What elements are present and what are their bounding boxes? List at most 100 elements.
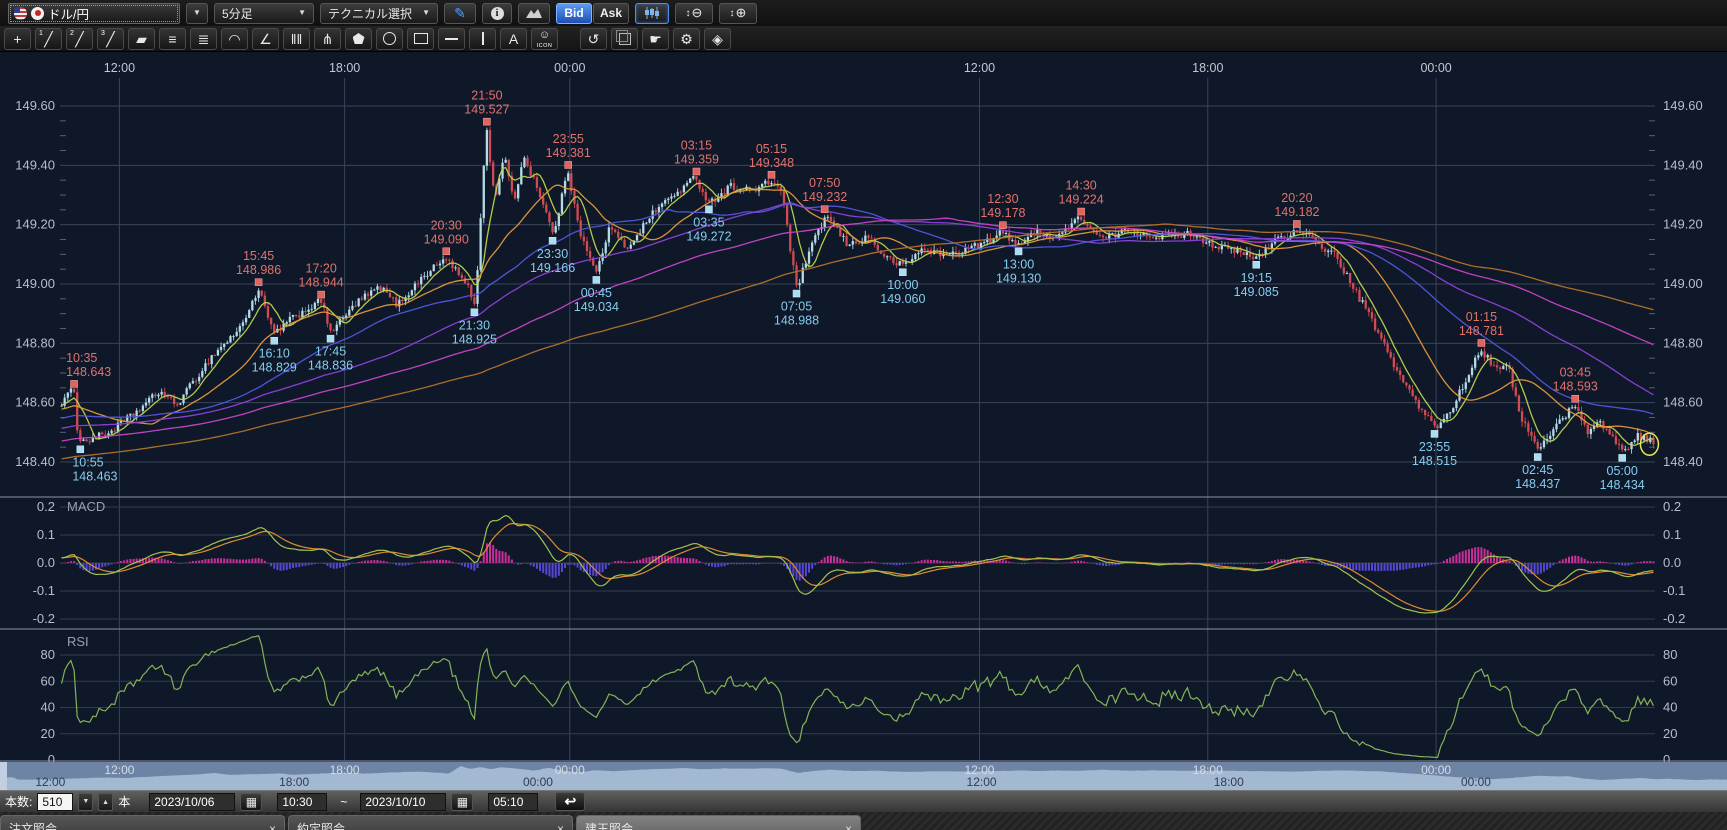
tab-execution-inquiry[interactable]: 約定照会 ×	[288, 815, 573, 830]
svg-text:17:45: 17:45	[315, 345, 346, 359]
pitchfork-icon: ⋔	[322, 32, 334, 46]
svg-text:20:30: 20:30	[431, 218, 462, 232]
pentagon-tool[interactable]	[345, 28, 372, 50]
technical-label: テクニカル選択	[328, 5, 412, 22]
svg-text:03:35: 03:35	[693, 215, 724, 229]
calendar-icon: ▦	[246, 795, 257, 809]
date-from-calendar-button[interactable]: ▦	[240, 793, 262, 811]
bar-unit-label: 本	[118, 793, 130, 810]
svg-text:23:55: 23:55	[1419, 440, 1450, 454]
svg-text:23:30: 23:30	[537, 247, 568, 261]
candle-chart-type-button[interactable]	[635, 3, 669, 24]
bar-count-input[interactable]	[37, 793, 73, 811]
fib-retracement-tool[interactable]: ≡	[159, 28, 186, 50]
svg-text:148.60: 148.60	[1663, 395, 1703, 410]
svg-text:148.944: 148.944	[299, 276, 344, 290]
tab-position-inquiry[interactable]: 建玉照会 ×	[576, 815, 861, 830]
zoom-in-button[interactable]: ↕ ⊕	[719, 3, 757, 24]
crosshair-tool[interactable]: +	[4, 28, 31, 50]
chevron-down-icon: ▼	[193, 9, 201, 17]
bar-count-down-button[interactable]: ▼	[78, 793, 93, 811]
ruler-tool[interactable]: ▰	[128, 28, 155, 50]
svg-text:15:45: 15:45	[243, 249, 274, 263]
svg-text:148.986: 148.986	[236, 263, 281, 277]
svg-text:148.781: 148.781	[1459, 324, 1504, 338]
fib-timezone-tool[interactable]: ‖‖	[283, 28, 310, 50]
horizontal-line-tool[interactable]	[438, 28, 465, 50]
timeframe-select[interactable]: 5分足 ▼	[214, 3, 314, 24]
hand-icon: ☛	[649, 32, 662, 46]
date-to-calendar-button[interactable]: ▦	[451, 793, 473, 811]
zoom-out-button[interactable]: ↕ ⊖	[675, 3, 713, 24]
fan-icon: ∠	[259, 32, 272, 46]
pencil-icon: ✎	[454, 5, 466, 22]
svg-text:00:00: 00:00	[1461, 775, 1491, 789]
svg-text:20:20: 20:20	[1281, 191, 1312, 205]
circle-tool[interactable]	[376, 28, 403, 50]
icon-stamp-tool[interactable]: ☺ICON	[531, 28, 558, 50]
zoom-out-icon: ⊖	[692, 5, 703, 21]
chevron-down-icon: ▼	[298, 9, 306, 17]
fib-arc-tool[interactable]: ◠	[221, 28, 248, 50]
settings-tool[interactable]: ⚙	[673, 28, 700, 50]
chart-canvas[interactable]: 149.60149.60149.40149.40149.20149.20149.…	[0, 52, 1727, 790]
copy-drawing-button[interactable]	[611, 28, 638, 50]
chevron-down-icon: ▼	[422, 9, 430, 17]
svg-text:17:20: 17:20	[306, 262, 337, 276]
vertical-line-tool[interactable]	[469, 28, 496, 50]
text-tool[interactable]: A	[500, 28, 527, 50]
bar-count-up-button[interactable]: ▼	[98, 793, 113, 811]
arc-icon: ◠	[228, 32, 240, 46]
svg-text:12:00: 12:00	[964, 61, 995, 75]
fib3-icon: ≡	[168, 32, 176, 46]
svg-text:148.836: 148.836	[308, 359, 353, 373]
fan-lines-tool[interactable]: ∠	[252, 28, 279, 50]
undo-drawing-button[interactable]: ↺	[580, 28, 607, 50]
draw-mode-button[interactable]: ✎	[444, 3, 476, 24]
ruler-icon: ▰	[136, 32, 147, 46]
apply-range-button[interactable]: ↩	[555, 792, 585, 811]
svg-text:18:00: 18:00	[279, 775, 309, 789]
close-icon[interactable]: ×	[557, 822, 564, 830]
eraser-tool[interactable]: ◈	[704, 28, 731, 50]
time-from-input[interactable]	[277, 793, 327, 811]
svg-text:21:50: 21:50	[471, 89, 502, 103]
svg-text:12:00: 12:00	[104, 763, 134, 777]
trendline2-tool[interactable]: ╱2	[66, 28, 93, 50]
pair-dropdown-button[interactable]: ▼	[186, 3, 208, 24]
info-button[interactable]: i	[482, 3, 512, 24]
svg-text:20: 20	[41, 726, 55, 741]
svg-text:18:00: 18:00	[1214, 775, 1244, 789]
svg-text:0.0: 0.0	[37, 555, 55, 570]
fib-expansion-tool[interactable]: ≣	[190, 28, 217, 50]
svg-text:19:15: 19:15	[1241, 271, 1272, 285]
svg-text:13:00: 13:00	[1003, 257, 1034, 271]
pentagon-tool-icon	[353, 33, 365, 44]
diag-icon: ╱	[106, 32, 114, 46]
trendline1-tool[interactable]: ╱1	[35, 28, 62, 50]
vertical-line-tool-icon	[482, 32, 484, 45]
bid-button[interactable]: Bid	[556, 3, 592, 24]
close-icon[interactable]: ×	[845, 822, 852, 830]
currency-pair-select[interactable]: ドル/円	[8, 3, 180, 24]
fx-chart-app: ドル/円 ▼ 5分足 ▼ テクニカル選択 ▼ ✎ i Bid Ask	[0, 0, 1727, 830]
tab-order-inquiry[interactable]: 注文照会 ×	[0, 815, 285, 830]
trendline3-tool[interactable]: ╱3	[97, 28, 124, 50]
svg-text:149.359: 149.359	[674, 152, 719, 166]
text-icon: A	[509, 32, 518, 46]
svg-text:0.1: 0.1	[1663, 527, 1681, 542]
date-from-input[interactable]	[149, 793, 235, 811]
technical-select-button[interactable]: テクニカル選択 ▼	[320, 3, 438, 24]
date-to-input[interactable]	[360, 793, 446, 811]
svg-text:05:00: 05:00	[1607, 464, 1638, 478]
pitchfork-tool[interactable]: ⋔	[314, 28, 341, 50]
area-chart-button[interactable]	[518, 3, 550, 24]
time-to-input[interactable]	[488, 793, 538, 811]
vertical-arrows-icon: ↕	[730, 8, 735, 19]
ask-button[interactable]: Ask	[593, 3, 629, 24]
pan-tool[interactable]: ☛	[642, 28, 669, 50]
rectangle-tool[interactable]	[407, 28, 434, 50]
svg-text:149.40: 149.40	[1663, 157, 1703, 172]
close-icon[interactable]: ×	[269, 822, 276, 830]
svg-text:149.60: 149.60	[15, 98, 55, 113]
